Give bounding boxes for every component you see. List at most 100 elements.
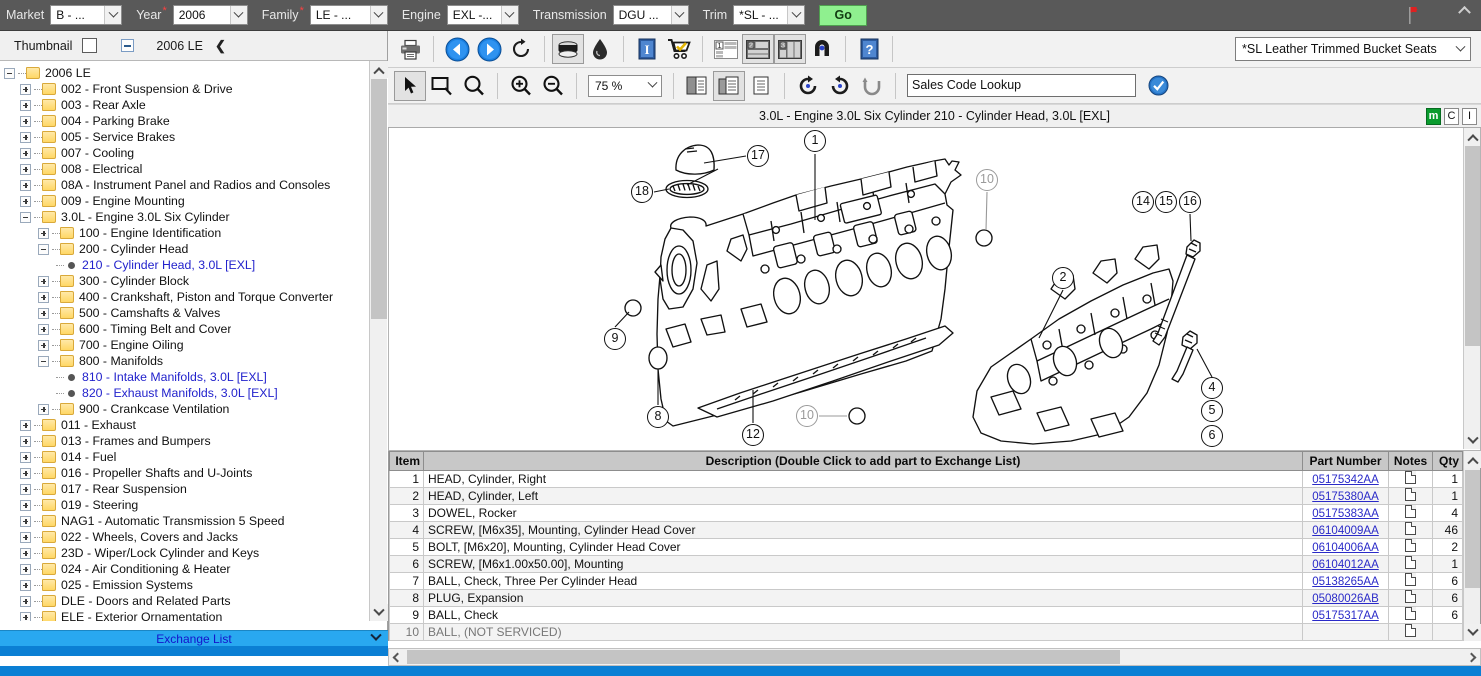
scroll-down-icon[interactable] [1464,432,1480,449]
part-number-link[interactable]: 06104009AA [1312,525,1379,537]
collapse-icon[interactable] [38,355,49,367]
expand-icon[interactable] [20,595,31,607]
tree-folder-item[interactable]: 004 - Parking Brake [0,113,366,129]
collapse-icon[interactable] [20,211,31,223]
diagram-callout[interactable]: 10 [976,169,998,191]
tree-folder-item[interactable]: 014 - Fuel [0,449,366,465]
index-icon[interactable]: I [1462,108,1477,125]
note-document-icon[interactable] [1405,624,1416,637]
expand-icon[interactable] [20,147,31,159]
expand-icon[interactable] [38,291,49,303]
diagram-callout[interactable]: 12 [742,424,764,446]
horizontal-scrollbar[interactable] [388,648,1481,666]
note-document-icon[interactable] [1405,522,1416,535]
table-row[interactable]: 5 BOLT, [M6x20], Mounting, Cylinder Head … [389,538,1463,556]
layout-2-icon[interactable]: 2 [742,34,774,64]
tree-folder-item[interactable]: 019 - Steering [0,497,366,513]
diagram-callout[interactable]: 15 [1155,191,1177,213]
tree-leaf-item[interactable]: 820 - Exhaust Manifolds, 3.0L [EXL] [0,385,366,401]
expand-icon[interactable] [38,307,49,319]
tree-leaf-item[interactable]: 210 - Cylinder Head, 3.0L [EXL] [0,257,366,273]
tree-folder-item[interactable]: 300 - Cylinder Block [0,273,366,289]
expand-icon[interactable] [20,435,31,447]
diagram-callout[interactable]: 2 [1052,267,1074,289]
chevron-down-icon[interactable] [1450,38,1470,60]
help-book-icon[interactable]: ? [853,34,885,64]
diagram-callout[interactable]: 1 [804,130,826,152]
part-number-link[interactable]: 06104012AA [1312,559,1379,571]
table-scroll-thumb[interactable] [1465,470,1480,588]
check-circle-icon[interactable] [1142,71,1174,101]
diagram-callout[interactable]: 6 [1201,425,1223,447]
tree-folder-item[interactable]: 011 - Exhaust [0,417,366,433]
cell-part-number[interactable]: 05175383AA [1302,504,1389,522]
note-document-icon[interactable] [1405,590,1416,603]
tree-folder-item[interactable]: 600 - Timing Belt and Cover [0,321,366,337]
column-header-qty[interactable]: Qty [1432,451,1463,471]
note-document-icon[interactable] [1405,607,1416,620]
family-dropdown[interactable]: LE - ... [309,5,388,25]
tree-folder-item[interactable]: 08A - Instrument Panel and Radios and Co… [0,177,366,193]
tree-folder-item[interactable]: 3.0L - Engine 3.0L Six Cylinder [0,209,366,225]
part-number-link[interactable]: 06104006AA [1312,542,1379,554]
cell-description[interactable]: PLUG, Expansion [423,589,1303,607]
tree-folder-item[interactable]: 100 - Engine Identification [0,225,366,241]
tree-scrollbar[interactable] [369,61,388,621]
table-row[interactable]: 7 BALL, Check, Three Per Cylinder Head 051… [389,572,1463,590]
diagram-viewport[interactable]: 1 2 4 5 6 8 9 10 10 12 14 15 16 17 18 [388,128,1481,451]
chevron-down-icon[interactable] [370,629,382,641]
measure-icon[interactable]: m [1426,108,1441,125]
expand-icon[interactable] [20,195,31,207]
exchange-list-button[interactable]: Exchange List [0,629,388,646]
part-number-link[interactable]: 05138265AA [1312,576,1379,588]
chevron-left-icon[interactable]: ❮ [215,38,226,54]
cell-notes[interactable] [1388,521,1433,539]
part-number-link[interactable]: 05175380AA [1312,491,1379,503]
scroll-left-icon[interactable] [389,649,406,665]
expand-icon[interactable] [20,163,31,175]
diagram-callout[interactable]: 5 [1201,400,1223,422]
diagram-callout[interactable]: 10 [796,405,818,427]
cell-notes[interactable] [1388,623,1433,641]
trim-dropdown[interactable]: *SL - ... [733,5,806,25]
cell-part-number[interactable]: 05175342AA [1302,470,1389,488]
tree-folder-item[interactable]: 200 - Cylinder Head [0,241,366,257]
cell-part-number[interactable] [1302,623,1389,641]
expand-icon[interactable] [38,323,49,335]
scroll-down-icon[interactable] [1464,624,1481,641]
expand-icon[interactable] [20,515,31,527]
cell-description[interactable]: SCREW, [M6x1.00x50.00], Mounting [423,555,1303,573]
cell-part-number[interactable]: 06104009AA [1302,521,1389,539]
cell-part-number[interactable]: 05175380AA [1302,487,1389,505]
expand-icon[interactable] [20,579,31,591]
scroll-up-icon[interactable] [1464,451,1481,468]
cell-notes[interactable] [1388,470,1433,488]
reset-rotation-icon[interactable] [856,71,888,101]
note-document-icon[interactable] [1405,488,1416,501]
diagram-callout[interactable]: 16 [1179,191,1201,213]
tree-folder-item[interactable]: 003 - Rear Axle [0,97,366,113]
cell-notes[interactable] [1388,589,1433,607]
oil-filter-icon[interactable] [552,34,584,64]
tree-folder-item[interactable]: 016 - Propeller Shafts and U-Joints [0,465,366,481]
tree-folder-item[interactable]: ELE - Exterior Ornamentation [0,609,366,621]
expand-icon[interactable] [20,499,31,511]
table-row[interactable]: 9 BALL, Check 05175317AA 6 [389,606,1463,624]
expand-icon[interactable] [20,467,31,479]
scroll-down-icon[interactable] [370,604,388,621]
expand-icon[interactable] [20,83,31,95]
tree-folder-item[interactable]: 005 - Service Brakes [0,129,366,145]
table-row[interactable]: 1 HEAD, Cylinder, Right 05175342AA 1 [389,470,1463,488]
shopping-cart-icon[interactable] [663,34,695,64]
tree-folder-item[interactable]: 022 - Wheels, Covers and Jacks [0,529,366,545]
column-header-item[interactable]: Item [389,451,424,471]
table-row[interactable]: 2 HEAD, Cylinder, Left 05175380AA 1 [389,487,1463,505]
chevron-down-icon[interactable] [229,6,247,24]
part-number-link[interactable]: 05080026AB [1312,593,1379,605]
table-row[interactable]: 4 SCREW, [M6x35], Mounting, Cylinder Head… [389,521,1463,539]
collapse-icon[interactable] [38,243,49,255]
red-flag-icon[interactable] [1399,3,1423,27]
rotate-counterclockwise-icon[interactable] [824,71,856,101]
refresh-icon[interactable] [505,34,537,64]
expand-icon[interactable] [20,115,31,127]
